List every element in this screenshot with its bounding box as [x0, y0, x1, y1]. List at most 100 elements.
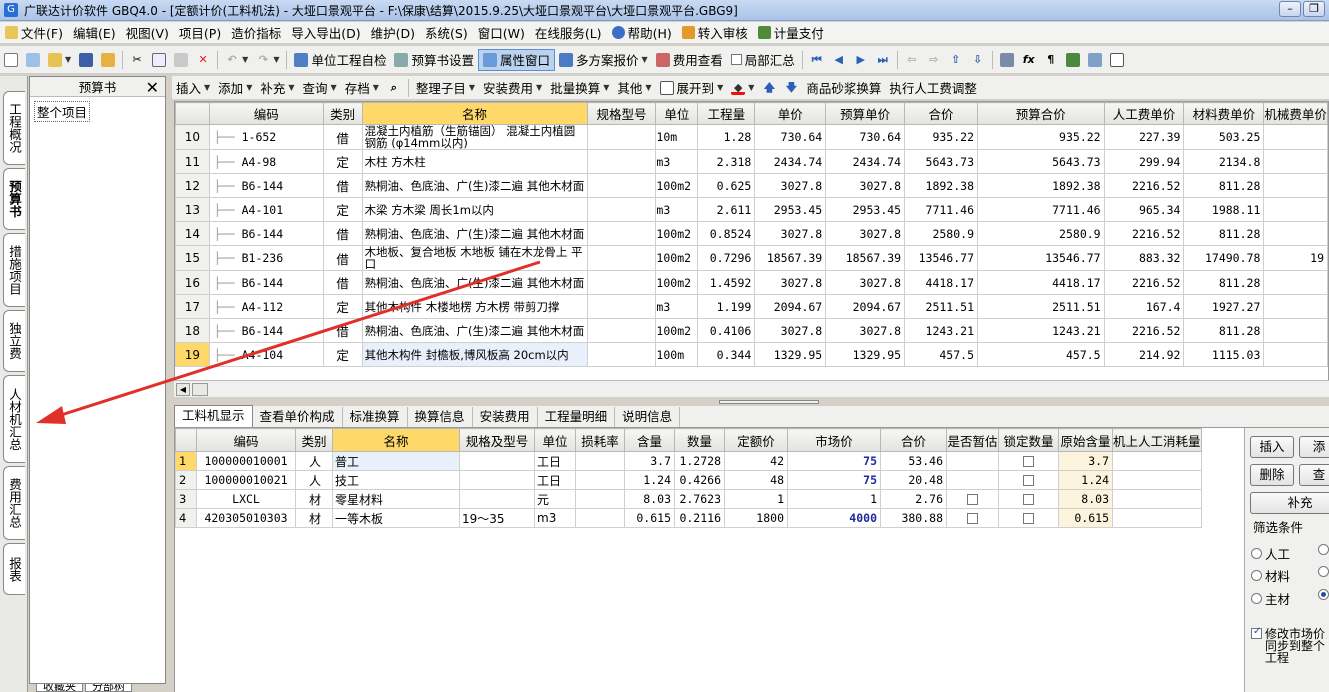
new-button[interactable]	[0, 49, 22, 71]
report-button[interactable]	[1084, 49, 1106, 71]
item-budget-price[interactable]: 3027.8	[825, 173, 906, 198]
item-material-price[interactable]: 811.28	[1183, 318, 1265, 343]
item-type[interactable]: 定	[322, 149, 363, 174]
item-unit-price[interactable]: 3027.8	[754, 318, 827, 343]
restore-button[interactable]: ❐	[1303, 1, 1325, 17]
item-code[interactable]: ├── B6-144	[208, 270, 324, 295]
table-row[interactable]: 3 LXCL 材零星材料元 8.03 2.7623 1 1 2.76 8.03	[175, 489, 1202, 509]
install-fee-button[interactable]: 安装费用 ▼	[479, 77, 546, 99]
content-value[interactable]: 0.615	[624, 508, 675, 528]
item-unit-price[interactable]: 2953.45	[754, 197, 827, 222]
column-header[interactable]: 规格及型号	[459, 428, 535, 452]
menu-help[interactable]: 帮助(H)	[607, 23, 677, 42]
column-header[interactable]	[175, 102, 210, 125]
material-type[interactable]: 人	[295, 470, 333, 490]
estimate-flag[interactable]	[946, 508, 999, 528]
machine-labor-consumption[interactable]	[1112, 508, 1202, 528]
item-budget-total[interactable]: 2511.51	[977, 294, 1105, 319]
lock-quantity[interactable]	[998, 508, 1059, 528]
move-up-button[interactable]: ⇧	[945, 49, 967, 71]
item-spec[interactable]	[586, 197, 657, 222]
row-number[interactable]: 15	[175, 245, 210, 271]
quota-price[interactable]: 42	[724, 451, 788, 471]
item-unit-price[interactable]: 2094.67	[754, 294, 827, 319]
item-quantity[interactable]: 1.4592	[697, 270, 756, 295]
splitter-grip[interactable]	[719, 400, 819, 404]
lock-quantity[interactable]	[998, 451, 1059, 471]
table-row[interactable]: 10 ├── 1-652 借混凝土内植筋（生筋锚固） 混凝土内植圆钢筋 (φ14mm…	[175, 124, 1328, 150]
item-budget-total[interactable]: 1892.38	[977, 173, 1105, 198]
loss-rate[interactable]	[575, 451, 625, 471]
menu-import-export[interactable]: 导入导出(D)	[286, 23, 365, 42]
multi-quote-button[interactable]: 多方案报价 ▼	[555, 49, 652, 71]
calculator-button[interactable]	[996, 49, 1018, 71]
item-machine-price[interactable]	[1263, 318, 1328, 343]
column-header[interactable]: 是否暂估	[946, 428, 999, 452]
machine-labor-consumption[interactable]	[1112, 489, 1202, 509]
item-total[interactable]: 7711.46	[904, 197, 978, 222]
item-labor-price[interactable]: 965.34	[1103, 197, 1185, 222]
row-number[interactable]: 11	[175, 149, 210, 174]
horizontal-scrollbar[interactable]: ◀	[174, 380, 1329, 397]
menu-online[interactable]: 在线服务(L)	[530, 23, 607, 42]
filter-main-material-radio[interactable]: 主材	[1251, 589, 1290, 608]
paragraph-button[interactable]: ¶	[1040, 49, 1062, 71]
item-material-price[interactable]: 811.28	[1183, 173, 1265, 198]
original-content[interactable]: 1.24	[1058, 470, 1113, 490]
column-header[interactable]: 编码	[196, 428, 296, 452]
column-header[interactable]: 预算合价	[977, 102, 1105, 125]
loss-rate[interactable]	[575, 470, 625, 490]
tab-standard-conversion[interactable]: 标准换算	[343, 407, 408, 427]
item-machine-price[interactable]	[1263, 173, 1328, 198]
item-budget-price[interactable]: 3027.8	[825, 318, 906, 343]
material-code[interactable]: 100000010021	[196, 470, 296, 490]
menu-system[interactable]: 系统(S)	[420, 23, 473, 42]
menu-transfer-audit[interactable]: 转入审核	[677, 23, 753, 42]
column-header[interactable]: 原始含量	[1058, 428, 1113, 452]
material-unit[interactable]: 工日	[534, 470, 576, 490]
item-budget-price[interactable]: 2434.74	[825, 149, 906, 174]
item-type[interactable]: 借	[322, 173, 363, 198]
list-button[interactable]	[1106, 49, 1128, 71]
add-button[interactable]: 添加 ▼	[214, 77, 256, 99]
row-number[interactable]: 16	[175, 270, 210, 295]
item-labor-price[interactable]: 2216.52	[1103, 270, 1185, 295]
item-type[interactable]: 定	[322, 342, 363, 367]
row-number[interactable]: 10	[175, 124, 210, 150]
item-machine-price[interactable]	[1263, 197, 1328, 222]
item-spec[interactable]	[586, 294, 657, 319]
market-price[interactable]: 75	[787, 470, 881, 490]
estimate-flag[interactable]	[946, 489, 999, 509]
quantity-value[interactable]: 1.2728	[674, 451, 725, 471]
item-code[interactable]: ├── A4-112	[208, 294, 324, 319]
original-content[interactable]: 8.03	[1058, 489, 1113, 509]
table-row[interactable]: 1 100000010001 人普工 工日 3.7 1.2728 42 75 53.46 3.7	[175, 451, 1202, 471]
item-material-price[interactable]: 811.28	[1183, 270, 1265, 295]
item-name[interactable]: 木地板、复合地板 木地板 铺在木龙骨上 平口	[361, 245, 588, 271]
menu-view[interactable]: 视图(V)	[121, 23, 174, 42]
move-left-button[interactable]: ⇦	[901, 49, 923, 71]
column-header[interactable]: 规格型号	[586, 102, 657, 125]
column-header[interactable]: 含量	[624, 428, 675, 452]
insert-row-button[interactable]: 插入	[1250, 436, 1294, 458]
market-price[interactable]: 4000	[787, 508, 881, 528]
item-total[interactable]: 2580.9	[904, 221, 978, 246]
item-quantity[interactable]: 1.199	[697, 294, 756, 319]
query-row-button[interactable]: 查	[1299, 464, 1329, 486]
item-unit[interactable]: m3	[655, 294, 699, 319]
mortar-convert-button[interactable]: 商品砂浆换算	[802, 77, 885, 99]
sync-checkbox[interactable]: ✓	[1251, 626, 1262, 639]
item-type[interactable]: 借	[322, 318, 363, 343]
material-spec[interactable]	[459, 489, 535, 509]
material-unit[interactable]: 工日	[534, 451, 576, 471]
item-budget-total[interactable]: 5643.73	[977, 149, 1105, 174]
material-type[interactable]: 人	[295, 451, 333, 471]
item-name[interactable]: 熟桐油、色底油、广(生)漆二遍 其他木材面	[361, 173, 588, 198]
row-number[interactable]: 2	[175, 470, 197, 490]
item-machine-price[interactable]	[1263, 221, 1328, 246]
add-row-button[interactable]: 添	[1299, 436, 1329, 458]
item-total[interactable]: 4418.17	[904, 270, 978, 295]
material-type[interactable]: 材	[295, 489, 333, 509]
item-code[interactable]: ├── 1-652	[208, 124, 324, 150]
item-unit-price[interactable]: 1329.95	[754, 342, 827, 367]
